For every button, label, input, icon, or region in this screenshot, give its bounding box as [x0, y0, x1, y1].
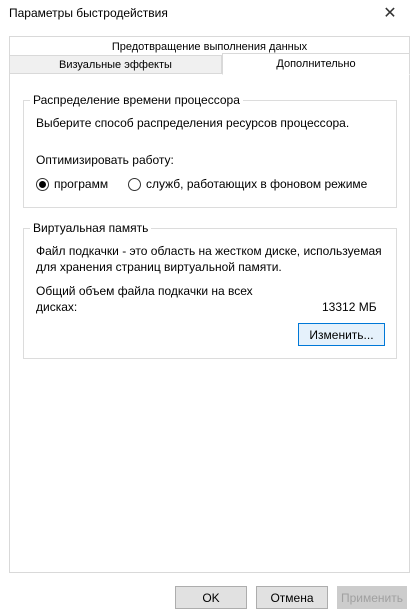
tab-panel-advanced: Распределение времени процессора Выберит… — [9, 73, 410, 573]
cancel-button[interactable]: Отмена — [256, 586, 328, 609]
cpu-scheduling-group: Распределение времени процессора Выберит… — [23, 93, 397, 208]
cpu-scheduling-title: Распределение времени процессора — [30, 93, 243, 107]
tab-visual-effects[interactable]: Визуальные эффекты — [9, 55, 222, 74]
radio-background-services-label: служб, работающих в фоновом режиме — [146, 177, 368, 191]
apply-button[interactable]: Применить — [337, 586, 407, 609]
close-button[interactable]: ✕ — [375, 0, 405, 26]
apply-button-label: Применить — [340, 590, 403, 605]
close-icon: ✕ — [383, 5, 397, 22]
tab-advanced-label: Дополнительно — [276, 58, 356, 70]
vm-total-label-line2: дисках: — [36, 300, 78, 314]
radio-programs[interactable]: программ — [36, 177, 108, 191]
cancel-button-label: Отмена — [270, 590, 314, 605]
window-title: Параметры быстродействия — [9, 6, 168, 20]
tab-visual-effects-label: Визуальные эффекты — [59, 58, 172, 71]
vm-description-line1: Файл подкачки - это область на жестком д… — [36, 244, 382, 258]
cpu-description: Выберите способ распределения ресурсов п… — [36, 116, 350, 130]
vm-total-label-line1: Общий объем файла подкачки на всех — [36, 284, 253, 298]
change-button[interactable]: Изменить... — [298, 323, 385, 346]
vm-total-value: 13312 МБ — [322, 300, 377, 314]
virtual-memory-group: Виртуальная память Файл подкачки - это о… — [23, 221, 397, 359]
ok-button-label: OK — [202, 590, 220, 605]
radio-programs-indicator[interactable] — [36, 177, 49, 191]
tab-dep-label: Предотвращение выполнения данных — [111, 40, 308, 53]
ok-button[interactable]: OK — [175, 586, 247, 609]
optimize-label: Оптимизировать работу: — [36, 153, 174, 167]
radio-background-services-indicator[interactable] — [128, 177, 141, 191]
virtual-memory-title: Виртуальная память — [30, 221, 152, 235]
title-bar: Параметры быстродействия ✕ — [0, 0, 411, 28]
tab-advanced[interactable]: Дополнительно — [222, 53, 410, 75]
vm-description-line2: для хранения страниц виртуальной памяти. — [36, 260, 282, 274]
radio-background-services[interactable]: служб, работающих в фоновом режиме — [128, 177, 367, 191]
radio-programs-label: программ — [54, 177, 109, 191]
change-button-label: Изменить... — [309, 327, 374, 342]
